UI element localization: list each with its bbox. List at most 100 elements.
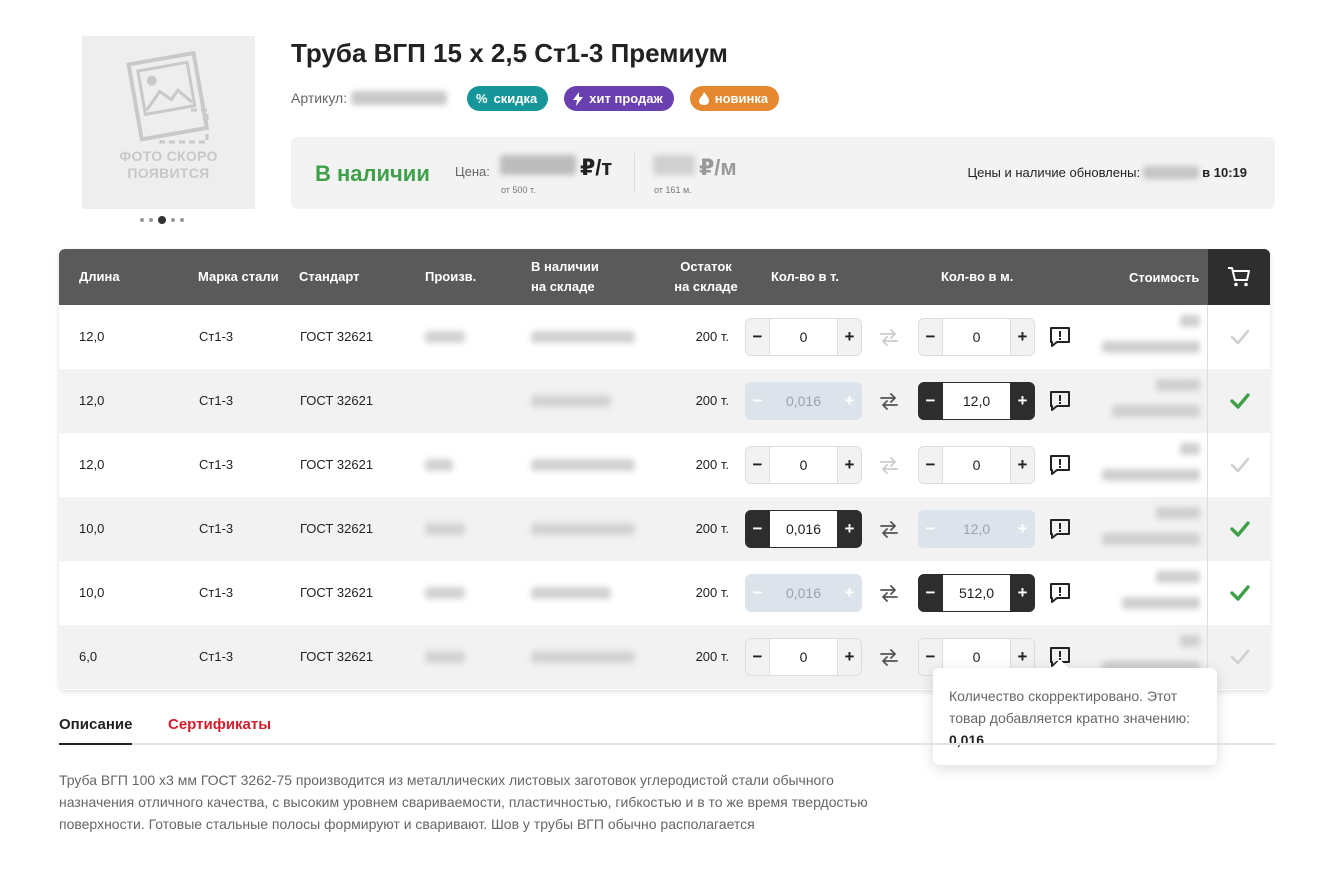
qty-t-stepper[interactable]: − 0 + <box>745 446 862 484</box>
gallery-dot[interactable] <box>180 218 184 222</box>
plus-button[interactable]: + <box>1011 511 1034 547</box>
qty-t-input[interactable]: 0 <box>769 639 838 675</box>
qty-m-input[interactable]: 12,0 <box>942 383 1011 419</box>
swap-units-icon[interactable] <box>879 455 899 475</box>
unchecked-icon[interactable] <box>1230 647 1250 667</box>
gallery-dot-active[interactable] <box>158 216 166 224</box>
plus-button[interactable]: + <box>838 575 861 611</box>
product-photo-placeholder[interactable]: ФОТО СКОРО ПОЯВИТСЯ <box>82 36 255 209</box>
qty-t-input[interactable]: 0,016 <box>769 511 838 547</box>
qty-t-input[interactable]: 0 <box>769 447 838 483</box>
table-row: 12,0 Ст1-3 ГОСТ 32621 200 т. − 0,016 + −… <box>59 369 1270 433</box>
col-steel[interactable]: Марка стали <box>198 267 279 287</box>
minus-button[interactable]: − <box>746 447 769 483</box>
comment-icon[interactable] <box>1049 454 1071 476</box>
price-per-meter: ₽/м <box>653 155 737 181</box>
tab-certificates[interactable]: Сертификаты <box>168 716 271 745</box>
cell-length: 10,0 <box>79 521 105 536</box>
minus-button[interactable]: − <box>746 511 769 547</box>
comment-icon[interactable] <box>1049 326 1071 348</box>
minus-button[interactable]: − <box>746 319 769 355</box>
qty-t-stepper[interactable]: − 0 + <box>745 638 862 676</box>
cell-availability-redacted <box>531 523 635 535</box>
gallery-dot[interactable] <box>140 218 144 222</box>
gallery-dot[interactable] <box>149 218 153 222</box>
qty-t-input[interactable]: 0,016 <box>769 575 838 611</box>
product-tabs: Описание Сертификаты <box>59 716 1275 745</box>
swap-units-icon[interactable] <box>879 647 899 667</box>
swap-units-icon[interactable] <box>879 519 899 539</box>
qty-t-stepper[interactable]: − 0 + <box>745 318 862 356</box>
plus-button[interactable]: + <box>1011 383 1034 419</box>
col-qty-meters: Кол-во в м. <box>941 269 1014 284</box>
qty-m-stepper[interactable]: − 512,0 + <box>918 574 1035 612</box>
plus-button[interactable]: + <box>1011 575 1034 611</box>
plus-button[interactable]: + <box>838 319 861 355</box>
col-cost[interactable]: Стоимость <box>1129 268 1199 288</box>
qty-m-input[interactable]: 12,0 <box>942 511 1011 547</box>
product-badges: % скидка хит продаж новинка <box>467 86 780 111</box>
comment-icon[interactable] <box>1049 390 1071 412</box>
qty-t-stepper: − 0,016 + <box>745 382 862 420</box>
cell-stock: 200 т. <box>695 649 729 664</box>
minus-button[interactable]: − <box>919 575 942 611</box>
flame-icon <box>698 92 709 105</box>
qty-m-input[interactable]: 0 <box>942 319 1011 355</box>
gallery-dots[interactable] <box>140 216 184 224</box>
col-availability[interactable]: В наличии на складе <box>531 257 599 297</box>
cost-total-redacted <box>1180 635 1200 647</box>
qty-m-input[interactable]: 0 <box>942 447 1011 483</box>
plus-button[interactable]: + <box>1011 447 1034 483</box>
cost-detail-redacted <box>1122 597 1200 609</box>
cell-availability-redacted <box>531 459 635 471</box>
cell-steel: Ст1-3 <box>199 521 234 536</box>
gallery-dot[interactable] <box>171 218 175 222</box>
cell-length: 6,0 <box>79 649 98 664</box>
qty-m-stepper[interactable]: − 0 + <box>918 446 1035 484</box>
tab-description[interactable]: Описание <box>59 716 133 745</box>
qty-m-stepper[interactable]: − 0 + <box>918 318 1035 356</box>
col-stock-rest[interactable]: Остаток на складе <box>671 257 741 297</box>
checked-icon[interactable] <box>1230 583 1250 603</box>
unchecked-icon[interactable] <box>1230 327 1250 347</box>
cell-standard: ГОСТ 32621 <box>300 329 374 344</box>
in-stock-status: В наличии <box>315 161 430 186</box>
swap-units-icon[interactable] <box>879 327 899 347</box>
qty-m-stepper[interactable]: − 12,0 + <box>918 382 1035 420</box>
minus-button[interactable]: − <box>919 447 942 483</box>
cart-header-button[interactable] <box>1208 249 1270 305</box>
price-per-ton-min: от 500 т. <box>501 185 536 195</box>
cell-standard: ГОСТ 32621 <box>300 457 374 472</box>
minus-button[interactable]: − <box>919 383 942 419</box>
swap-units-icon[interactable] <box>879 583 899 603</box>
plus-button[interactable]: + <box>1011 319 1034 355</box>
minus-button[interactable]: − <box>919 511 942 547</box>
table-row: 10,0 Ст1-3 ГОСТ 32621 200 т. − 0,016 + −… <box>59 561 1270 625</box>
col-qty-tons: Кол-во в т. <box>771 269 839 284</box>
col-length[interactable]: Длина <box>79 267 120 287</box>
table-row: 12,0 Ст1-3 ГОСТ 32621 200 т. − 0 + − 0 + <box>59 433 1270 497</box>
swap-units-icon[interactable] <box>879 391 899 411</box>
product-title: Труба ВГП 15 х 2,5 Ст1-3 Премиум <box>291 38 728 68</box>
minus-button[interactable]: − <box>919 319 942 355</box>
price-value-redacted <box>653 155 695 175</box>
plus-button[interactable]: + <box>838 639 861 675</box>
checked-icon[interactable] <box>1230 391 1250 411</box>
qty-m-input[interactable]: 512,0 <box>942 575 1011 611</box>
comment-icon[interactable] <box>1049 518 1071 540</box>
col-standard[interactable]: Стандарт <box>299 267 359 287</box>
qty-t-stepper[interactable]: − 0,016 + <box>745 510 862 548</box>
plus-button[interactable]: + <box>838 511 861 547</box>
plus-button[interactable]: + <box>838 383 861 419</box>
unchecked-icon[interactable] <box>1230 455 1250 475</box>
minus-button[interactable]: − <box>746 575 769 611</box>
qty-t-input[interactable]: 0,016 <box>769 383 838 419</box>
plus-button[interactable]: + <box>838 447 861 483</box>
col-maker[interactable]: Произв. <box>425 267 476 287</box>
price-per-ton: ₽/т <box>500 155 612 181</box>
checked-icon[interactable] <box>1230 519 1250 539</box>
minus-button[interactable]: − <box>746 383 769 419</box>
minus-button[interactable]: − <box>746 639 769 675</box>
comment-icon[interactable] <box>1049 582 1071 604</box>
qty-t-input[interactable]: 0 <box>769 319 838 355</box>
